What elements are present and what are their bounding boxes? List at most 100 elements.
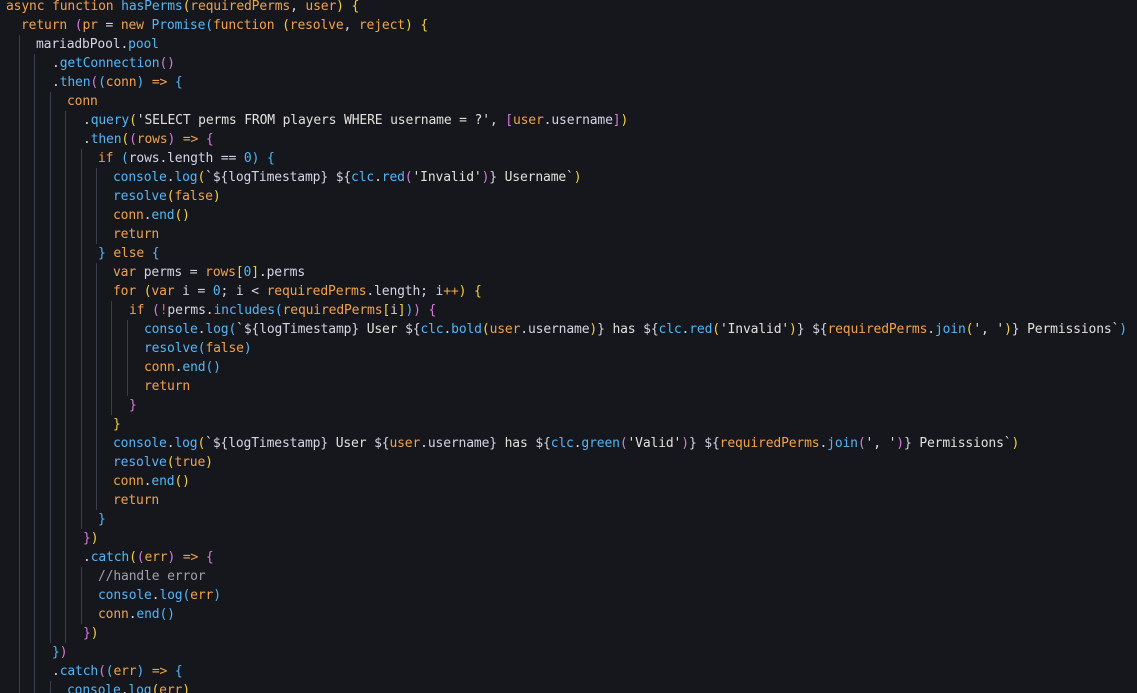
code-token: for [113,284,144,299]
code-token: user [305,0,337,14]
code-line[interactable]: return [144,377,190,396]
code-line[interactable]: }) [83,529,99,548]
indent-guide [19,662,20,681]
code-token: ${ [335,170,352,185]
code-line[interactable]: conn.end() [144,358,221,377]
indent-guide [19,244,20,263]
code-token: ( [151,683,160,693]
code-token: () [205,360,221,375]
indent-guide [19,415,20,434]
code-line[interactable]: conn.end() [113,472,190,491]
code-editor[interactable]: async function hasPerms(requiredPerms, u… [0,0,1137,693]
code-line[interactable]: } else { [98,244,160,263]
code-token: has [604,322,644,337]
code-token: console [113,436,167,451]
indent-guide [50,434,51,453]
code-token: err [113,664,137,679]
code-line[interactable]: var perms = rows[0].perms [113,263,305,282]
code-token: { [174,75,183,90]
indent-guide [34,510,35,529]
code-line[interactable]: conn [67,92,98,111]
code-line[interactable]: console.log(`${logTimestamp} ${clc.red('… [113,168,582,187]
code-line[interactable]: resolve(false) [144,339,252,358]
code-line[interactable]: }) [83,624,99,643]
code-token: () [159,56,175,71]
code-token: clc [351,170,375,185]
indent-guide [19,92,20,111]
code-line[interactable]: if (!perms.includes(requiredPerms[i])) { [129,301,436,320]
indent-guide [65,244,66,263]
indent-guide [34,586,35,605]
code-token: ( [90,75,99,90]
code-line[interactable]: } [98,510,106,529]
code-token: logTimestamp [259,322,352,337]
indent-guide [34,529,35,548]
indent-guide [65,111,66,130]
code-line[interactable]: console.log(err) [67,681,190,693]
code-line[interactable]: async function hasPerms(requiredPerms, u… [6,0,359,16]
code-line[interactable]: .catch((err) => { [83,548,214,567]
code-line[interactable]: return [113,225,159,244]
code-line[interactable]: for (var i = 0; i < requiredPerms.length… [113,282,482,301]
code-token: ) [212,189,221,204]
code-token: join [827,436,858,451]
code-token: err [190,588,214,603]
code-line[interactable]: console.log(err) [98,586,221,605]
code-token: = [189,284,213,299]
code-line[interactable]: resolve(false) [113,187,221,206]
code-token: return [113,493,160,508]
indent-guide [34,320,35,339]
indent-guide [65,320,66,339]
indent-guide [96,320,97,339]
indent-guide [65,339,66,358]
code-token: 'Valid' [627,436,682,451]
code-line[interactable]: return (pr = new Promise(function (resol… [21,16,428,35]
code-line[interactable]: mariadbPool.pool [36,35,159,54]
indent-guide [81,320,82,339]
code-token: ) [589,322,598,337]
indent-guide [96,453,97,472]
code-line[interactable]: }) [52,643,68,662]
code-line[interactable]: .query('SELECT perms FROM players WHERE … [83,111,628,130]
indent-guide [81,567,82,586]
code-line[interactable]: console.log(`${logTimestamp} User ${user… [113,434,1019,453]
code-line[interactable]: //handle error [98,567,206,586]
code-token: ${ [643,322,659,337]
code-token: resolve [113,189,167,204]
indent-guide [81,244,82,263]
code-token: . [83,132,91,147]
code-token: ) [90,626,99,641]
code-line[interactable]: .getConnection() [52,54,175,73]
code-token: var [151,284,183,299]
indent-guide [96,491,97,510]
indent-guide [50,472,51,491]
code-line[interactable]: console.log(`${logTimestamp} User ${clc.… [144,320,1127,339]
code-line[interactable]: } [113,415,121,434]
code-line[interactable]: .then((conn) => { [52,73,183,92]
code-line[interactable]: .then((rows) => { [83,130,214,149]
indent-guide [34,149,35,168]
code-token: err [159,683,183,693]
code-line[interactable]: resolve(true) [113,453,213,472]
code-token: err [144,550,168,565]
indent-guide [65,358,66,377]
indent-guide [19,263,20,282]
code-line[interactable]: if (rows.length == 0) { [98,149,275,168]
code-line[interactable]: } [129,396,137,415]
code-line[interactable]: conn.end() [98,605,175,624]
indent-guide [81,510,82,529]
indent-guide [19,301,20,320]
code-token: log [159,588,183,603]
code-token: ) [789,322,797,337]
code-token: end [151,474,175,489]
code-line[interactable]: return [113,491,159,510]
indent-guide [19,681,20,693]
indent-guide [111,396,112,415]
indent-guide [34,662,35,681]
code-line[interactable]: conn.end() [113,206,190,225]
indent-guide [19,187,20,206]
code-line[interactable]: .catch((err) => { [52,662,183,681]
code-token: ( [98,75,106,90]
